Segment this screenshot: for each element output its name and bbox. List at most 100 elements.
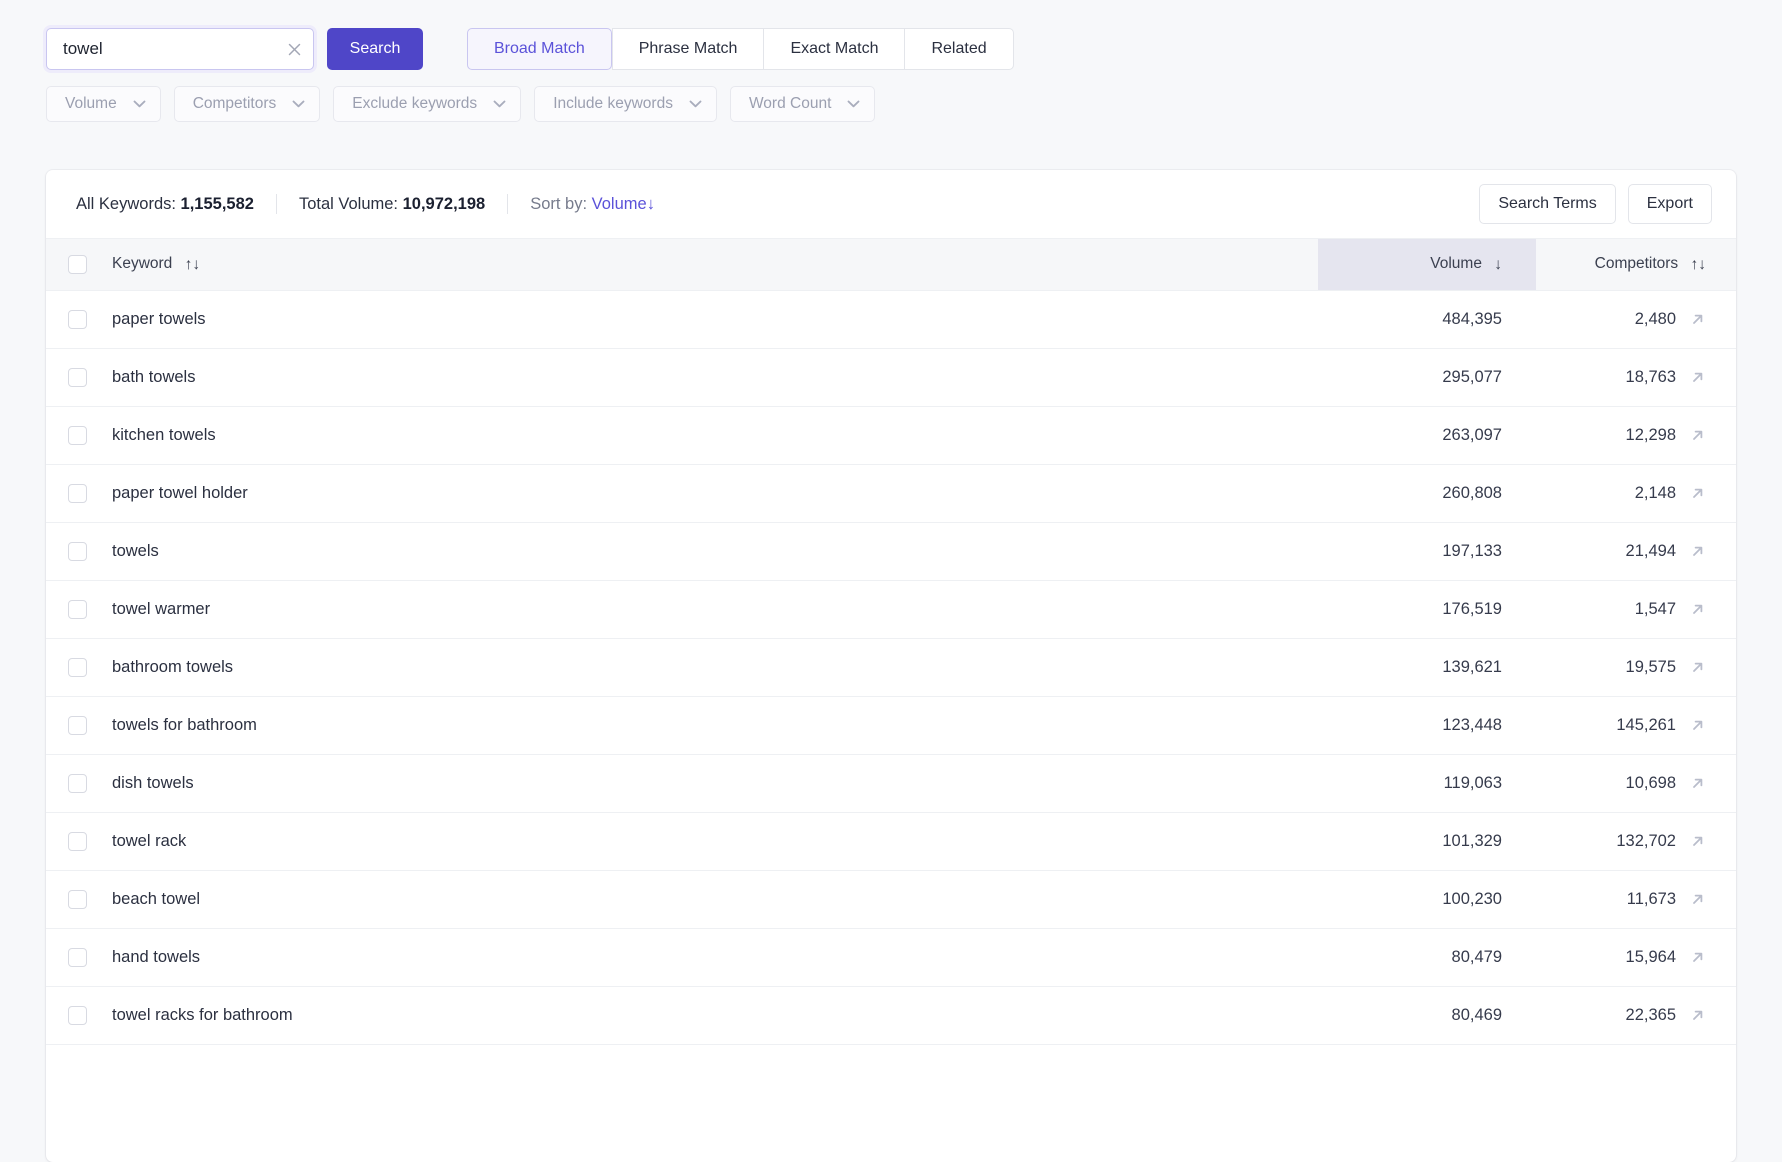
- column-header-volume[interactable]: Volume ↓: [1318, 239, 1536, 291]
- filter-exclude-keywords[interactable]: Exclude keywords: [333, 86, 521, 122]
- column-header-volume-label: Volume: [1430, 255, 1482, 272]
- row-select-cell: [46, 871, 108, 929]
- total-volume-label: Total Volume:: [299, 195, 398, 213]
- row-checkbox[interactable]: [68, 890, 87, 909]
- filter-include-keywords-label: Include keywords: [553, 95, 673, 113]
- sort-by-value[interactable]: Volume↓: [592, 195, 655, 213]
- search-input[interactable]: [63, 39, 284, 59]
- row-checkbox[interactable]: [68, 774, 87, 793]
- keyword-text: towels for bathroom: [112, 716, 257, 734]
- volume-value: 80,469: [1452, 1006, 1502, 1024]
- row-checkbox[interactable]: [68, 600, 87, 619]
- external-link-icon[interactable]: [1689, 601, 1706, 618]
- row-checkbox[interactable]: [68, 368, 87, 387]
- row-checkbox[interactable]: [68, 542, 87, 561]
- volume-cell: 119,063: [1318, 755, 1536, 813]
- tab-phrase-match[interactable]: Phrase Match: [612, 28, 764, 70]
- keyword-cell[interactable]: towels for bathroom: [108, 697, 1318, 755]
- competitors-cell: 15,964: [1536, 929, 1736, 987]
- row-checkbox[interactable]: [68, 832, 87, 851]
- volume-cell: 139,621: [1318, 639, 1536, 697]
- external-link-icon[interactable]: [1689, 543, 1706, 560]
- row-checkbox[interactable]: [68, 484, 87, 503]
- export-button[interactable]: Export: [1628, 184, 1712, 224]
- table-row[interactable]: towel warmer176,5191,547: [46, 581, 1736, 639]
- filter-word-count[interactable]: Word Count: [730, 86, 875, 122]
- filter-volume[interactable]: Volume: [46, 86, 161, 122]
- row-select-cell: [46, 813, 108, 871]
- table-row[interactable]: paper towel holder260,8082,148: [46, 465, 1736, 523]
- filter-competitors[interactable]: Competitors: [174, 86, 321, 122]
- keyword-cell[interactable]: beach towel: [108, 871, 1318, 929]
- competitors-value: 2,148: [1635, 484, 1676, 503]
- filter-volume-label: Volume: [65, 95, 117, 113]
- keyword-cell[interactable]: towel racks for bathroom: [108, 987, 1318, 1045]
- filter-include-keywords[interactable]: Include keywords: [534, 86, 717, 122]
- keyword-cell[interactable]: bath towels: [108, 349, 1318, 407]
- external-link-icon[interactable]: [1689, 1007, 1706, 1024]
- external-link-icon[interactable]: [1689, 891, 1706, 908]
- search-field[interactable]: [46, 28, 314, 70]
- close-icon[interactable]: [284, 39, 304, 59]
- table-row[interactable]: towel racks for bathroom80,46922,365: [46, 987, 1736, 1045]
- external-link-icon[interactable]: [1689, 949, 1706, 966]
- search-button[interactable]: Search: [327, 28, 423, 70]
- keyword-cell[interactable]: kitchen towels: [108, 407, 1318, 465]
- row-select-cell: [46, 407, 108, 465]
- keyword-cell[interactable]: towel warmer: [108, 581, 1318, 639]
- external-link-icon[interactable]: [1689, 717, 1706, 734]
- external-link-icon[interactable]: [1689, 775, 1706, 792]
- sort-toggle-icon[interactable]: ↑↓: [1691, 256, 1707, 274]
- table-row[interactable]: towel rack101,329132,702: [46, 813, 1736, 871]
- keyword-cell[interactable]: paper towels: [108, 291, 1318, 349]
- sort-descending-icon[interactable]: ↓: [1494, 256, 1502, 274]
- match-type-tabs: Broad Match Phrase Match Exact Match Rel…: [467, 28, 1014, 70]
- search-terms-button[interactable]: Search Terms: [1479, 184, 1615, 224]
- external-link-icon[interactable]: [1689, 659, 1706, 676]
- table-row[interactable]: bath towels295,07718,763: [46, 349, 1736, 407]
- tab-exact-match[interactable]: Exact Match: [763, 28, 904, 70]
- total-volume-value: 10,972,198: [403, 195, 486, 213]
- column-header-competitors[interactable]: Competitors ↑↓: [1536, 239, 1736, 291]
- keyword-cell[interactable]: bathroom towels: [108, 639, 1318, 697]
- chevron-down-icon: [689, 100, 702, 108]
- keyword-text: dish towels: [112, 774, 194, 792]
- competitors-cell: 19,575: [1536, 639, 1736, 697]
- table-row[interactable]: paper towels484,3952,480: [46, 291, 1736, 349]
- column-header-keyword[interactable]: Keyword ↑↓: [108, 239, 1318, 291]
- filter-exclude-keywords-label: Exclude keywords: [352, 95, 477, 113]
- keyword-text: kitchen towels: [112, 426, 216, 444]
- external-link-icon[interactable]: [1689, 311, 1706, 328]
- external-link-icon[interactable]: [1689, 427, 1706, 444]
- keyword-cell[interactable]: towels: [108, 523, 1318, 581]
- table-row[interactable]: bathroom towels139,62119,575: [46, 639, 1736, 697]
- table-row[interactable]: towels197,13321,494: [46, 523, 1736, 581]
- external-link-icon[interactable]: [1689, 369, 1706, 386]
- row-checkbox[interactable]: [68, 716, 87, 735]
- table-row[interactable]: beach towel100,23011,673: [46, 871, 1736, 929]
- keyword-cell[interactable]: towel rack: [108, 813, 1318, 871]
- external-link-icon[interactable]: [1689, 833, 1706, 850]
- keyword-text: towel racks for bathroom: [112, 1006, 293, 1024]
- keyword-cell[interactable]: hand towels: [108, 929, 1318, 987]
- table-row[interactable]: towels for bathroom123,448145,261: [46, 697, 1736, 755]
- external-link-icon[interactable]: [1689, 485, 1706, 502]
- table-row[interactable]: dish towels119,06310,698: [46, 755, 1736, 813]
- table-row[interactable]: kitchen towels263,09712,298: [46, 407, 1736, 465]
- table-row[interactable]: hand towels80,47915,964: [46, 929, 1736, 987]
- row-checkbox[interactable]: [68, 310, 87, 329]
- select-all-checkbox[interactable]: [68, 255, 87, 274]
- volume-cell: 263,097: [1318, 407, 1536, 465]
- tab-related[interactable]: Related: [904, 28, 1013, 70]
- competitors-value: 11,673: [1627, 890, 1676, 909]
- row-checkbox[interactable]: [68, 948, 87, 967]
- row-checkbox[interactable]: [68, 658, 87, 677]
- sort-toggle-icon[interactable]: ↑↓: [185, 256, 201, 274]
- sort-by-control[interactable]: Sort by: Volume↓: [530, 195, 655, 214]
- keyword-cell[interactable]: paper towel holder: [108, 465, 1318, 523]
- row-select-cell: [46, 755, 108, 813]
- keyword-cell[interactable]: dish towels: [108, 755, 1318, 813]
- row-checkbox[interactable]: [68, 426, 87, 445]
- row-checkbox[interactable]: [68, 1006, 87, 1025]
- tab-broad-match[interactable]: Broad Match: [467, 28, 612, 70]
